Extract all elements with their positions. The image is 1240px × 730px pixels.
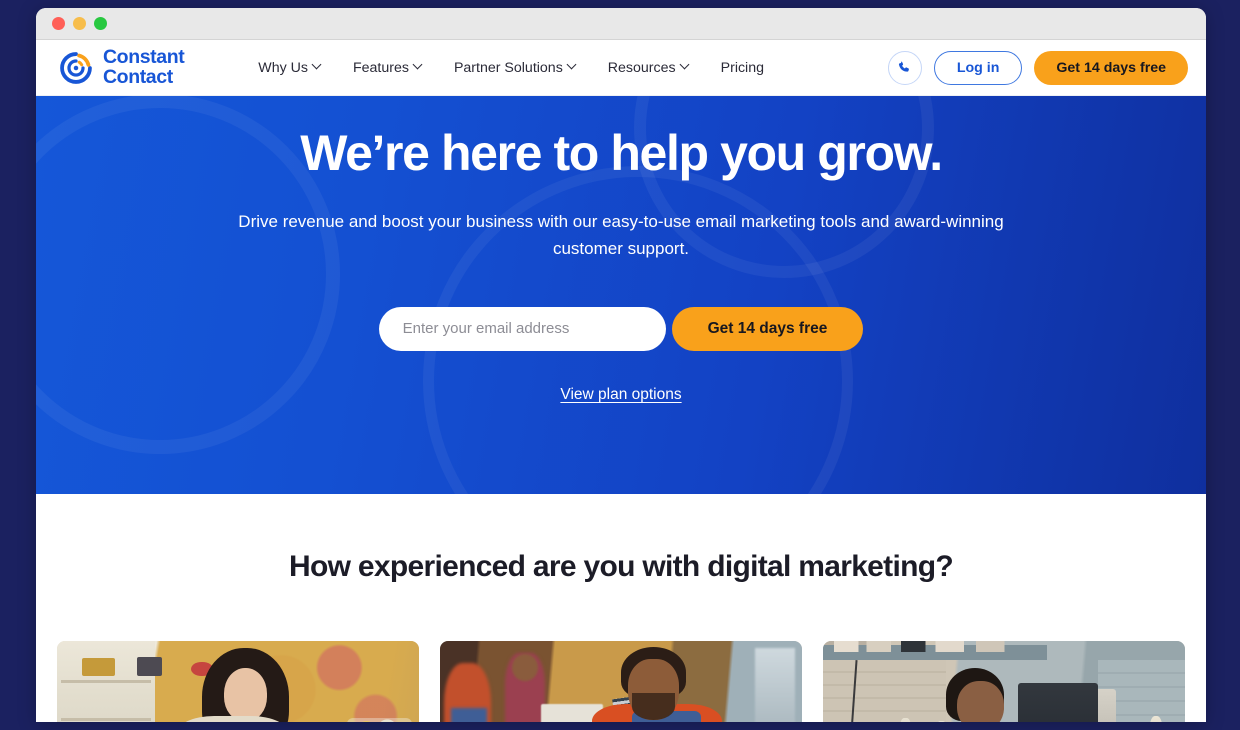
- constant-contact-circle-logo-icon: [60, 51, 92, 84]
- nav-item-features[interactable]: Features: [353, 60, 423, 76]
- chevron-down-icon: [681, 61, 690, 70]
- hero-content: We’re here to help you grow. Drive reven…: [36, 96, 1206, 404]
- experience-title: How experienced are you with digital mar…: [289, 550, 954, 583]
- nav-item-pricing[interactable]: Pricing: [721, 60, 764, 76]
- header-trial-button[interactable]: Get 14 days free: [1034, 50, 1188, 85]
- phone-button[interactable]: [887, 50, 922, 85]
- email-input[interactable]: [378, 306, 666, 351]
- phone-icon: [899, 61, 910, 72]
- experience-card-advanced[interactable]: [823, 641, 1185, 722]
- window-close-button[interactable]: [52, 17, 65, 30]
- main-navigation: Why Us Features Partner Solutions Resour…: [258, 60, 764, 76]
- site-logo[interactable]: Constant Contact: [58, 45, 185, 88]
- window-minimize-button[interactable]: [73, 17, 86, 30]
- nav-item-label: Partner Solutions: [453, 59, 563, 76]
- hero-trial-button[interactable]: Get 14 days free: [671, 306, 864, 351]
- chevron-down-icon: [568, 61, 577, 70]
- experience-card-intermediate[interactable]: [440, 641, 802, 722]
- card-photo-woman-in-shop: [57, 641, 419, 722]
- nav-item-label: Why Us: [258, 59, 308, 76]
- nav-item-label: Pricing: [720, 59, 764, 76]
- logo-wordmark: Constant Contact: [103, 45, 185, 88]
- hero-subtitle: Drive revenue and boost your business wi…: [238, 212, 1004, 258]
- logo-wordmark-line2: Contact: [103, 65, 173, 88]
- nav-item-label: Resources: [607, 59, 676, 76]
- nav-item-resources[interactable]: Resources: [608, 60, 690, 76]
- site-header: Constant Contact Why Us Features Partner…: [36, 40, 1206, 96]
- card-photo-man-in-apron: [440, 641, 802, 722]
- view-plan-options-link[interactable]: View plan options: [560, 386, 681, 404]
- hero-section: We’re here to help you grow. Drive reven…: [36, 96, 1206, 494]
- login-button[interactable]: Log in: [933, 50, 1023, 85]
- hero-signup-form: Get 14 days free: [36, 306, 1206, 351]
- experience-card-list: [36, 584, 1206, 722]
- card-photo-woman-at-monitor: [823, 641, 1185, 722]
- browser-window: Constant Contact Why Us Features Partner…: [36, 8, 1206, 722]
- header-actions: Log in Get 14 days free: [887, 50, 1188, 85]
- chevron-down-icon: [414, 61, 423, 70]
- nav-item-why-us[interactable]: Why Us: [258, 60, 322, 76]
- experience-section: How experienced are you with digital mar…: [36, 494, 1206, 722]
- nav-item-label: Features: [352, 59, 409, 76]
- chevron-down-icon: [313, 61, 322, 70]
- logo-wordmark-line1: Constant: [103, 45, 185, 68]
- nav-item-partner-solutions[interactable]: Partner Solutions: [454, 60, 577, 76]
- browser-titlebar: [36, 8, 1206, 40]
- hero-title: We’re here to help you grow.: [300, 125, 943, 181]
- window-maximize-button[interactable]: [94, 17, 107, 30]
- experience-card-beginner[interactable]: [57, 641, 419, 722]
